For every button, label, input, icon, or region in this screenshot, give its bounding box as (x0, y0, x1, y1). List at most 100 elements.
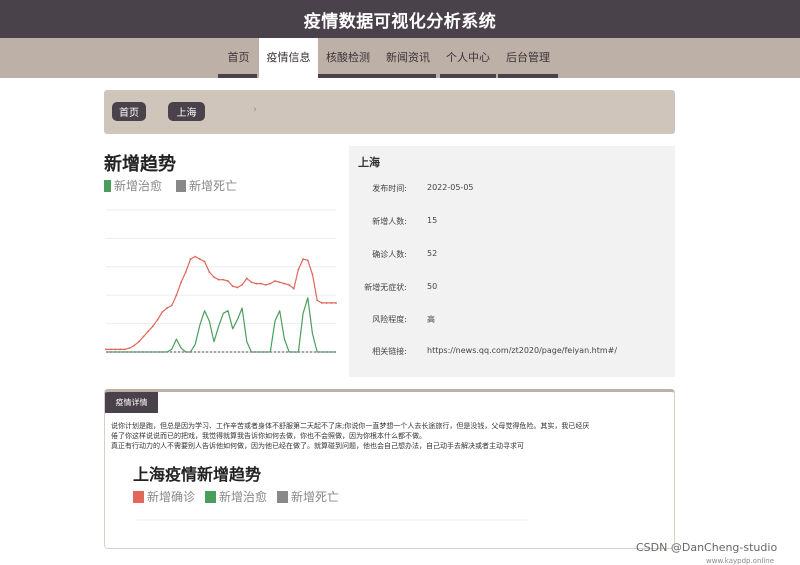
confirmed-point (222, 278, 225, 281)
nav-epidemic-info-label: 疫情信息 (266, 51, 311, 64)
info-row-confirmed: 确诊人数: 52 (349, 249, 675, 263)
legend-label-cured: 新增治愈 (219, 490, 268, 504)
legend-label-dead: 新增死亡 (189, 179, 238, 193)
legend-swatch-dead (176, 179, 187, 192)
legend-swatch-confirmed (133, 490, 144, 503)
confirmed-point (203, 260, 206, 263)
confirmed-point (264, 283, 267, 286)
confirmed-point (306, 259, 309, 262)
series-cured-line (106, 297, 336, 353)
confirmed-point (250, 281, 253, 284)
confirmed-point (156, 318, 159, 321)
confirmed-point (302, 258, 305, 260)
nav-profile-label: 个人中心 (446, 51, 490, 64)
confirmed-point (133, 344, 136, 347)
confirmed-point (128, 347, 131, 350)
confirmed-point (316, 299, 319, 302)
info-row-risk-level: 风险程度: 高 (349, 314, 675, 328)
info-value: 50 (427, 282, 438, 291)
info-row-asymptomatic: 新增无症状: 50 (349, 282, 675, 296)
info-link[interactable]: https://news.qq.com/zt2020/page/feiyan.h… (427, 346, 617, 355)
info-label: 相关链接: (372, 347, 407, 356)
confirmed-point (236, 286, 239, 289)
confirmed-point (241, 283, 244, 286)
nav-admin[interactable]: 后台管理 (498, 38, 558, 78)
nav-nucleic-test[interactable]: 核酸检测 (318, 38, 378, 78)
confirmed-point (283, 282, 286, 285)
nav-nucleic-test-label: 核酸检测 (326, 51, 370, 64)
legend-label-cured: 新增治愈 (114, 179, 163, 193)
detail-text-line: 说你计划是跑，但总是因为学习、工作辛苦或者身体不舒服第二天起不了床;你说你一直梦… (111, 422, 590, 430)
confirmed-point (321, 302, 323, 304)
info-city-name: 上海 (358, 156, 380, 169)
info-label: 发布时间: (372, 184, 407, 193)
info-value: 高 (427, 315, 435, 324)
confirmed-point (161, 311, 164, 313)
confirmed-point (274, 280, 276, 282)
series-confirmed-line (106, 255, 336, 350)
confirmed-point (213, 276, 215, 279)
breadcrumb-home[interactable]: 首页 (112, 102, 146, 121)
confirmed-point (198, 258, 201, 260)
shanghai-trend-chart-area (137, 519, 527, 521)
info-value: 52 (427, 249, 438, 258)
confirmed-point (297, 268, 300, 271)
detail-text: 说你计划是跑，但总是因为学习、工作辛苦或者身体不舒服第二天起不了床;你说你一直梦… (111, 421, 671, 451)
nav-epidemic-info[interactable]: 疫情信息 (259, 38, 318, 78)
confirmed-point (278, 281, 281, 284)
nav-admin-label: 后台管理 (506, 51, 550, 64)
city-info-panel: 上海 发布时间: 2022-05-05 新增人数: 15 确诊人数: 52 新增无症状… (349, 146, 675, 377)
legend-label-confirmed: 新增确诊 (147, 490, 196, 504)
trend-legend: 新增治愈 新增死亡 (104, 177, 237, 194)
trend-line-chart (105, 209, 337, 353)
confirmed-point (330, 302, 333, 304)
confirmed-point (123, 348, 126, 351)
breadcrumb: 首页 › 上海 (104, 90, 675, 134)
nav-home[interactable]: 首页 (218, 38, 259, 78)
info-label: 新增无症状: (364, 283, 407, 292)
confirmed-point (259, 282, 262, 285)
nav-news-label: 新闻资讯 (386, 51, 430, 64)
confirmed-point (217, 278, 220, 281)
detail-text-line: 真正有行动力的人不需要别人告诉他如何做，因为他已经在做了。就算碰到问题，他也会自… (111, 442, 524, 450)
confirmed-point (114, 348, 117, 351)
confirmed-point (269, 282, 272, 285)
confirmed-point (292, 287, 295, 290)
info-row-related-link: 相关链接: https://news.qq.com/zt2020/page/fei… (349, 346, 675, 360)
app-title: 疫情数据可视化分析系统 (303, 11, 497, 32)
breadcrumb-current[interactable]: 上海 (168, 102, 205, 121)
info-label: 新增人数: (372, 217, 407, 226)
confirmed-point (208, 271, 211, 273)
confirmed-point (147, 330, 150, 333)
tab-epidemic-detail[interactable]: 疫情详情 (105, 392, 158, 413)
confirmed-point (335, 302, 337, 304)
legend-swatch-cured (205, 490, 217, 503)
legend-label-dead: 新增死亡 (291, 490, 340, 504)
app-header: 疫情数据可视化分析系统 (0, 0, 800, 38)
confirmed-point (180, 281, 183, 284)
confirmed-point (142, 335, 145, 338)
info-label: 风险程度: (372, 315, 407, 324)
confirmed-point (166, 307, 168, 310)
confirmed-point (325, 302, 328, 304)
confirmed-point (184, 271, 187, 273)
nav-home-label: 首页 (227, 51, 250, 64)
confirmed-point (194, 255, 197, 258)
confirmed-point (137, 340, 140, 343)
confirmed-point (175, 294, 178, 297)
confirmed-point (119, 348, 121, 351)
confirmed-point (105, 348, 107, 351)
trend-chart-title: 新增趋势 (104, 154, 176, 175)
shanghai-trend-title: 上海疫情新增趋势 (133, 465, 262, 484)
confirmed-point (231, 285, 234, 288)
info-row-publish-time: 发布时间: 2022-05-05 (349, 183, 675, 197)
info-value: 2022-05-05 (427, 183, 474, 192)
confirmed-point (189, 258, 192, 260)
nav-news[interactable]: 新闻资讯 (378, 38, 438, 78)
main-nav: 首页 疫情信息 核酸检测 新闻资讯 个人中心 后台管理 (0, 38, 800, 78)
breadcrumb-separator: › (253, 104, 257, 115)
confirmed-point (227, 280, 229, 282)
nav-profile[interactable]: 个人中心 (438, 38, 498, 78)
info-label: 确诊人数: (372, 250, 407, 259)
legend-swatch-dead (277, 490, 289, 503)
